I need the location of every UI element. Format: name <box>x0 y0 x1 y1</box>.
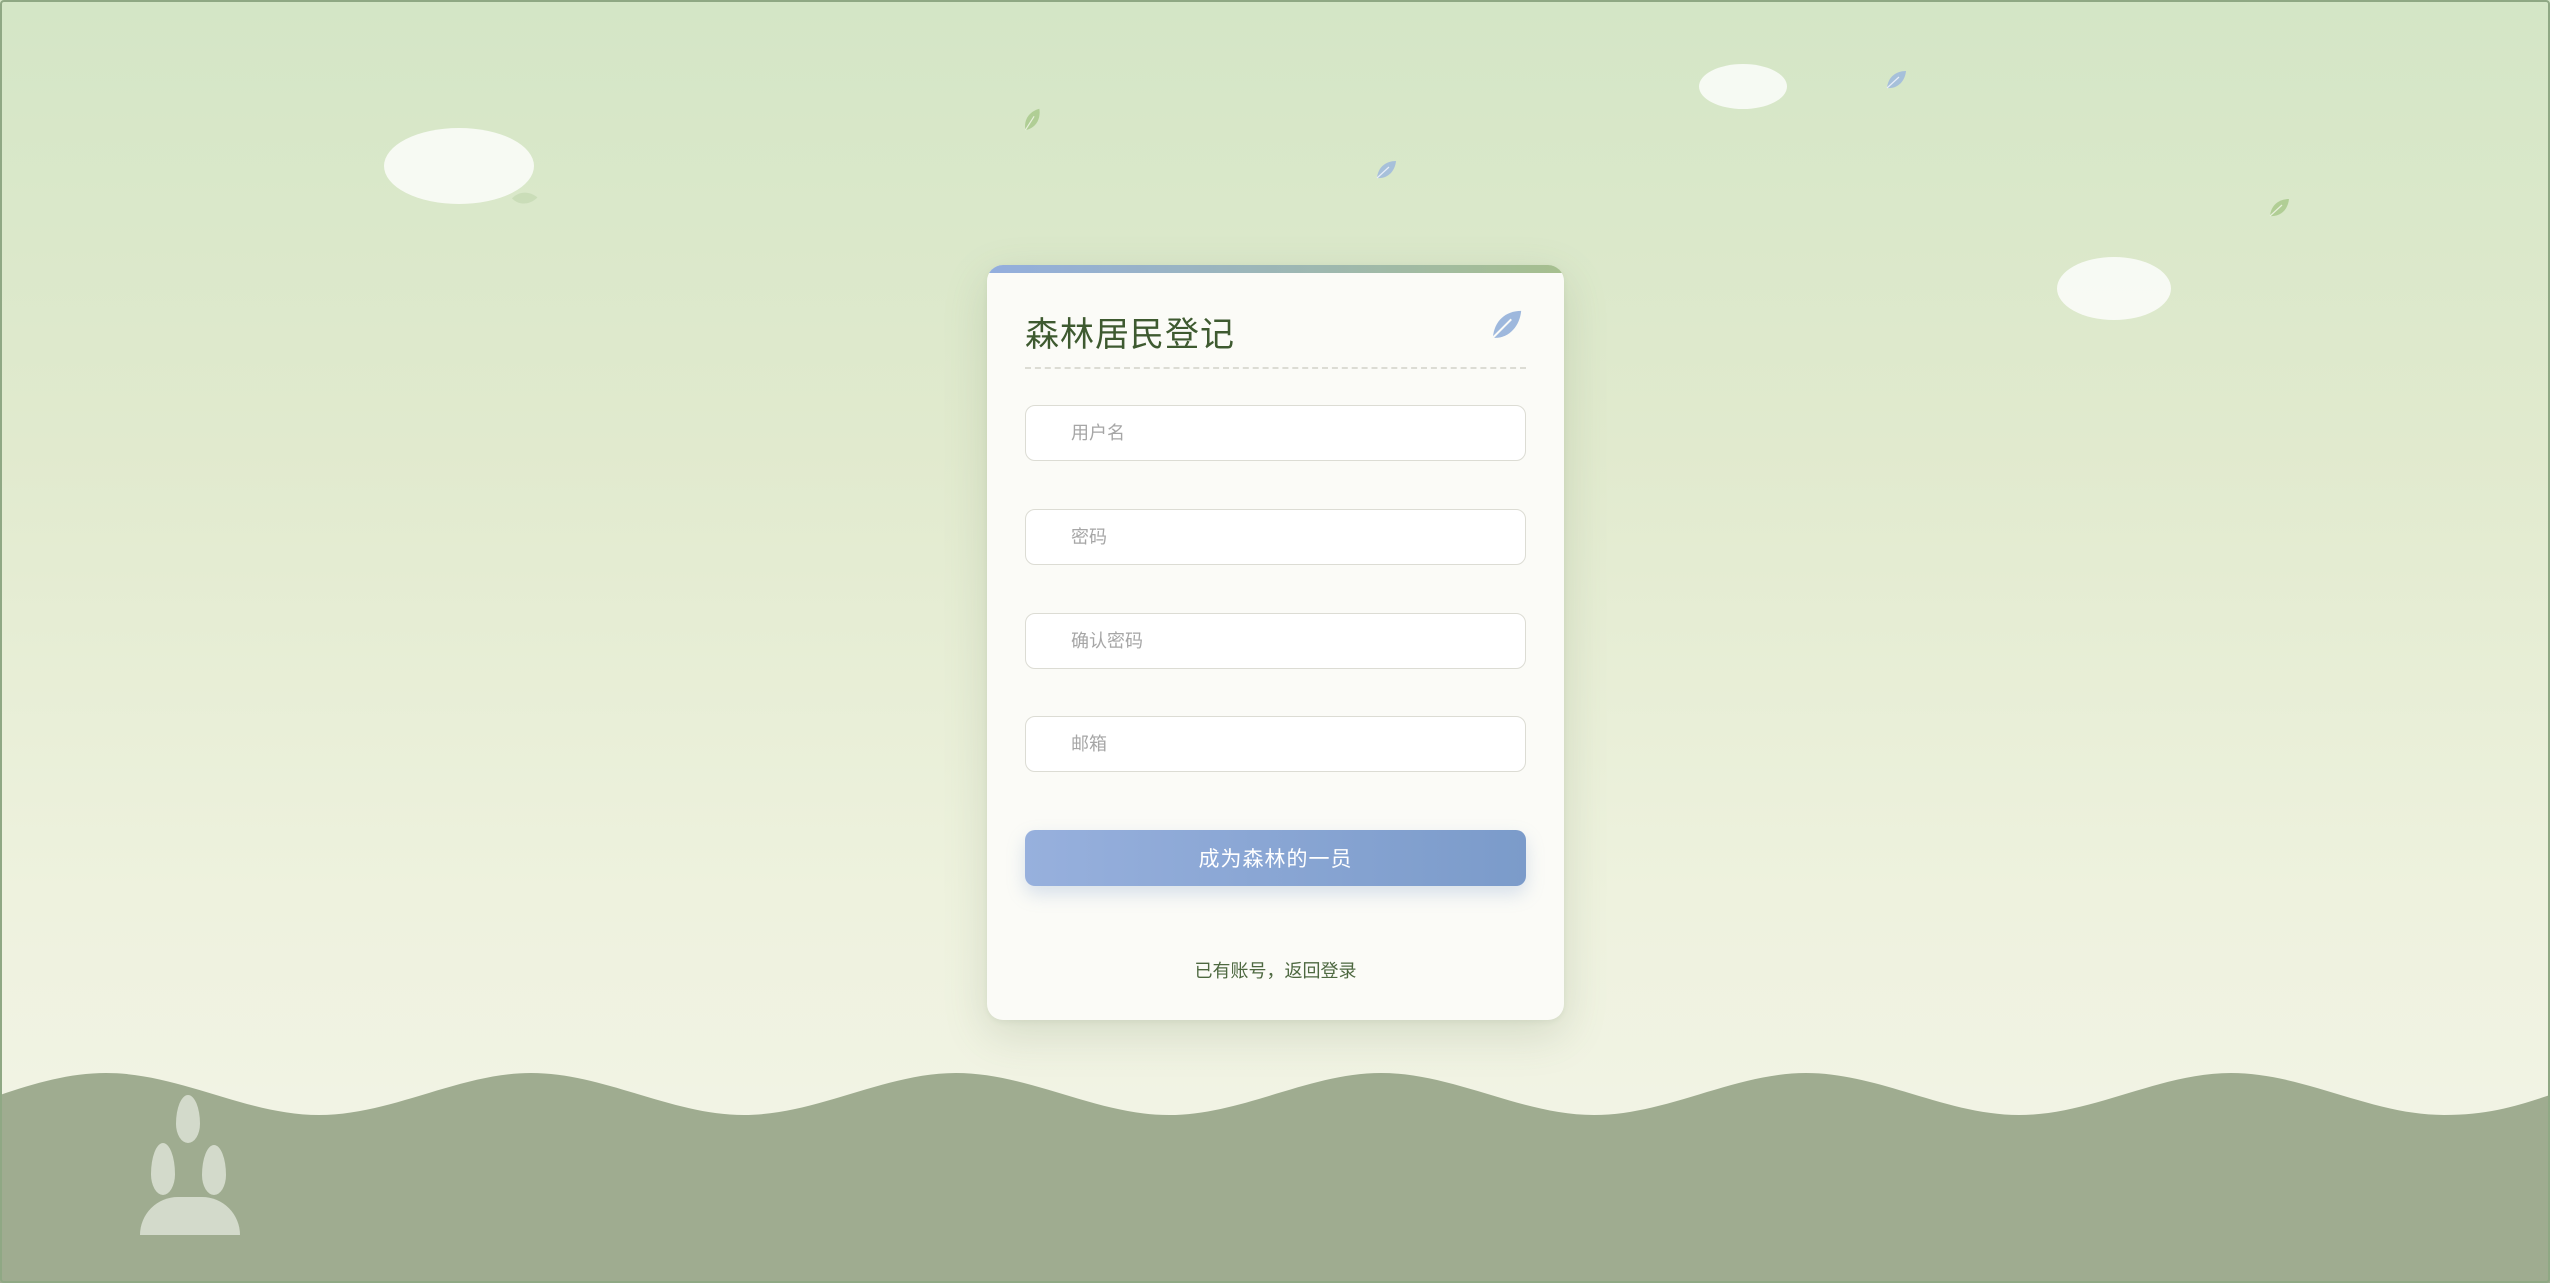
title-divider <box>1025 367 1526 369</box>
leaf-icon <box>1376 161 1396 179</box>
card-accent-bar <box>987 265 1564 273</box>
rabbit-body <box>140 1197 240 1235</box>
email-input[interactable] <box>1025 716 1526 772</box>
page-title: 森林居民登记 <box>1025 315 1235 355</box>
rabbit-ear <box>202 1145 226 1195</box>
rabbit-ear <box>151 1143 175 1195</box>
password-input[interactable] <box>1025 509 1526 565</box>
register-card: 森林居民登记 成为森林的一员 已有账号，返回登录 <box>987 265 1564 1020</box>
leaf-icon <box>1024 108 1040 131</box>
register-button[interactable]: 成为森林的一员 <box>1025 830 1526 886</box>
leaf-icon <box>1492 310 1522 339</box>
leaf-icon <box>1886 71 1906 89</box>
leaf-icon <box>2269 199 2289 217</box>
wave-ground <box>0 1073 2550 1283</box>
rabbit-ear <box>176 1095 200 1143</box>
cloud-icon <box>1699 64 1787 109</box>
rabbit-icon <box>140 1095 240 1235</box>
confirm-password-input[interactable] <box>1025 613 1526 669</box>
username-input[interactable] <box>1025 405 1526 461</box>
cloud-icon <box>2057 257 2171 320</box>
back-to-login-link[interactable]: 已有账号，返回登录 <box>987 957 1564 983</box>
